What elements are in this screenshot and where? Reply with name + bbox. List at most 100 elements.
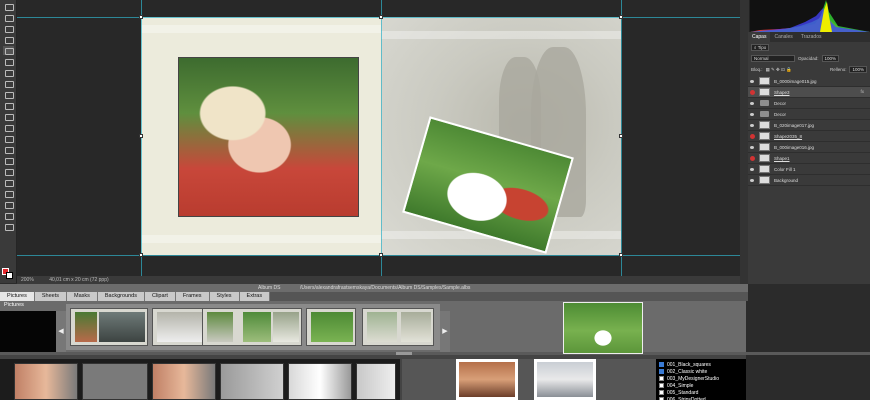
- stamp-tool-icon[interactable]: [3, 90, 14, 99]
- style-checkbox[interactable]: [659, 383, 664, 388]
- visibility-eye-icon[interactable]: [748, 76, 756, 87]
- visibility-eye-icon[interactable]: [748, 120, 756, 131]
- style-checkbox[interactable]: [659, 390, 664, 395]
- visibility-eye-icon[interactable]: [748, 87, 756, 98]
- marquee-tool-icon[interactable]: [3, 13, 14, 22]
- visibility-eye-icon[interactable]: [748, 175, 756, 186]
- spread-thumbnail[interactable]: [362, 308, 434, 346]
- zoom-level[interactable]: 200%: [21, 277, 34, 283]
- layer-row[interactable]: Decor: [748, 98, 870, 109]
- library-item[interactable]: [14, 363, 78, 400]
- layer-row[interactable]: B_000image016.jpg: [748, 142, 870, 153]
- spread-thumbnail[interactable]: [70, 308, 148, 346]
- history-brush-tool-icon[interactable]: [3, 101, 14, 110]
- layer-thumbnail: [759, 165, 770, 173]
- strip-next-button[interactable]: ▶: [440, 311, 450, 352]
- visibility-eye-icon[interactable]: [748, 131, 756, 142]
- document-canvas[interactable]: [17, 0, 740, 276]
- transform-handle[interactable]: [139, 253, 143, 257]
- tab-channels[interactable]: Canales: [770, 32, 796, 42]
- library-photo[interactable]: [534, 359, 596, 400]
- layer-effects-icon[interactable]: fx: [860, 89, 864, 94]
- more-tool-icon[interactable]: [3, 222, 14, 231]
- library-item[interactable]: [82, 363, 148, 400]
- style-item[interactable]: 005_Standard: [659, 389, 743, 396]
- library-item[interactable]: [356, 363, 396, 400]
- spread-thumbnail[interactable]: [306, 308, 356, 346]
- style-item[interactable]: 004_Simple: [659, 382, 743, 389]
- dodge-tool-icon[interactable]: [3, 145, 14, 154]
- style-checkbox[interactable]: [659, 369, 664, 374]
- library-photo[interactable]: [456, 359, 518, 400]
- transform-handle[interactable]: [619, 15, 623, 19]
- layer-row[interactable]: B_0000image015.jpg: [748, 76, 870, 87]
- layer-row[interactable]: Shape3 fx: [748, 87, 870, 98]
- style-checkbox[interactable]: [659, 362, 664, 367]
- zoom-tool-icon[interactable]: [3, 211, 14, 220]
- bride-portrait-photo[interactable]: [178, 57, 359, 217]
- tab-pictures[interactable]: Pictures: [0, 292, 35, 301]
- background-color-swatch[interactable]: [6, 272, 13, 279]
- layer-filter-select[interactable]: ⌕ Tipo: [751, 44, 770, 51]
- move-tool-icon[interactable]: [3, 2, 14, 11]
- style-item[interactable]: 001_Black_squares: [659, 361, 743, 368]
- brush-tool-icon[interactable]: [3, 79, 14, 88]
- visibility-eye-icon[interactable]: [748, 164, 756, 175]
- gradient-tool-icon[interactable]: [3, 123, 14, 132]
- tab-masks[interactable]: Masks: [67, 292, 98, 301]
- pen-tool-icon[interactable]: [3, 156, 14, 165]
- transform-handle[interactable]: [139, 15, 143, 19]
- style-checkbox[interactable]: [659, 376, 664, 381]
- lock-icons[interactable]: ▦ ✎ ✥ ⊡ 🔒: [766, 67, 792, 73]
- tab-extras[interactable]: Extras: [239, 292, 271, 301]
- crop-tool-icon[interactable]: [2, 46, 14, 55]
- style-item[interactable]: 006_StripsDotted: [659, 396, 743, 400]
- heal-tool-icon[interactable]: [3, 68, 14, 77]
- path-select-tool-icon[interactable]: [3, 178, 14, 187]
- tab-backgrounds[interactable]: Backgrounds: [97, 292, 145, 301]
- strip-prev-button[interactable]: ◀: [56, 311, 66, 352]
- fill-field[interactable]: 100%: [849, 66, 867, 73]
- preview-photo[interactable]: [563, 302, 643, 354]
- visibility-eye-icon[interactable]: [748, 98, 756, 109]
- transform-handle[interactable]: [139, 134, 143, 138]
- tab-sheets[interactable]: Sheets: [34, 292, 67, 301]
- style-item[interactable]: 002_Classic white: [659, 368, 743, 375]
- library-item[interactable]: [220, 363, 284, 400]
- blend-mode-select[interactable]: Normal: [751, 55, 795, 62]
- style-item[interactable]: 003_MyDesignerStudio: [659, 375, 743, 382]
- library-item[interactable]: [288, 363, 352, 400]
- tab-frames[interactable]: Frames: [175, 292, 210, 301]
- tab-paths[interactable]: Trazados: [797, 32, 826, 42]
- tab-styles[interactable]: Styles: [209, 292, 240, 301]
- eraser-tool-icon[interactable]: [3, 112, 14, 121]
- transform-handle[interactable]: [619, 134, 623, 138]
- lasso-tool-icon[interactable]: [3, 24, 14, 33]
- spread-thumbnails[interactable]: [66, 304, 440, 355]
- document-info[interactable]: 40,01 cm x 20 cm (72 ppp): [49, 277, 108, 283]
- layer-row[interactable]: Background: [748, 175, 870, 186]
- opacity-field[interactable]: 100%: [821, 55, 840, 62]
- layer-row[interactable]: B_020image017.jpg: [748, 120, 870, 131]
- spread-thumbnail[interactable]: [202, 308, 302, 346]
- blur-tool-icon[interactable]: [3, 134, 14, 143]
- visibility-eye-icon[interactable]: [748, 142, 756, 153]
- transform-handle[interactable]: [379, 15, 383, 19]
- visibility-eye-icon[interactable]: [748, 153, 756, 164]
- tab-layers[interactable]: Capas: [748, 32, 771, 42]
- eyedropper-tool-icon[interactable]: [3, 57, 14, 66]
- shape-tool-icon[interactable]: [3, 189, 14, 198]
- color-swatches[interactable]: [2, 268, 14, 280]
- layer-row[interactable]: Color Fill 1: [748, 164, 870, 175]
- layer-row[interactable]: Shape2035_8: [748, 131, 870, 142]
- visibility-eye-icon[interactable]: [748, 109, 756, 120]
- quick-select-tool-icon[interactable]: [3, 35, 14, 44]
- layer-row[interactable]: Shape1: [748, 153, 870, 164]
- transform-handle[interactable]: [619, 253, 623, 257]
- transform-handle[interactable]: [379, 253, 383, 257]
- tab-clipart[interactable]: Clipart: [145, 292, 176, 301]
- type-tool-icon[interactable]: [3, 167, 14, 176]
- hand-tool-icon[interactable]: [3, 200, 14, 209]
- library-item[interactable]: [152, 363, 216, 400]
- layer-row[interactable]: Decor: [748, 109, 870, 120]
